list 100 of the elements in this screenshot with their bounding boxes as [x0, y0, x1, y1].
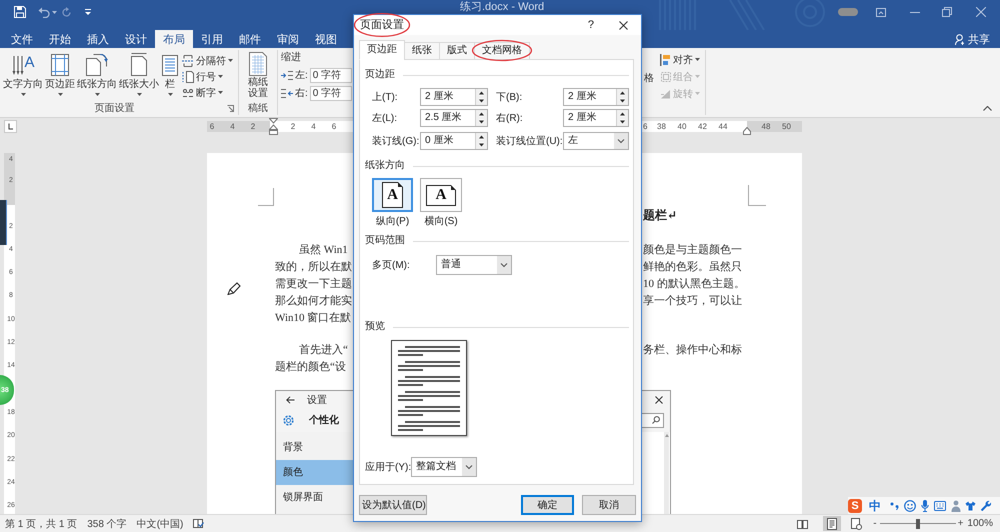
indent-arrow-icon — [281, 88, 293, 98]
hourglass-marker-icon[interactable] — [269, 118, 278, 135]
spin-box[interactable]: 2 厘米 — [563, 109, 629, 127]
dialog-button[interactable]: 确定 — [521, 495, 574, 515]
settings-list-item[interactable]: 背景 — [276, 434, 353, 460]
close-icon[interactable] — [655, 396, 663, 404]
spin-down-icon[interactable] — [617, 97, 628, 105]
view-button[interactable] — [823, 516, 842, 531]
ribbon-tab[interactable]: 插入 — [79, 30, 117, 48]
chevron-down-icon[interactable] — [497, 256, 511, 274]
zoom-out-button[interactable]: - — [873, 518, 877, 529]
restore-icon[interactable] — [942, 7, 952, 17]
spin-box[interactable]: 2 厘米 — [420, 88, 488, 106]
orientation-option[interactable]: A — [420, 178, 462, 212]
zoom-level[interactable]: 100% — [967, 518, 993, 529]
ribbon-button[interactable]: 格 — [644, 73, 654, 85]
help-button[interactable]: ? — [588, 18, 594, 32]
ribbon-tab[interactable]: 邮件 — [231, 30, 269, 48]
option-label: 横向(S) — [424, 216, 458, 228]
ribbon-button[interactable]: 对齐 — [660, 52, 700, 67]
dropdown[interactable]: 左 — [563, 132, 629, 150]
dropdown[interactable]: 整篇文档 — [411, 457, 477, 477]
spin-down-icon[interactable] — [476, 118, 487, 126]
word-count[interactable]: 358 个字 — [87, 516, 127, 530]
ribbon-tab[interactable]: 视图 — [307, 30, 345, 48]
indent-field[interactable]: 0 字符 — [310, 86, 352, 100]
caret-box-icon[interactable] — [876, 8, 886, 16]
smiley-icon[interactable] — [904, 500, 916, 512]
ribbon-button[interactable]: 纸张大小 — [118, 50, 160, 102]
paragraph-line: 鲜艳的色彩。虽然只 — [643, 260, 742, 274]
spin-box[interactable]: 0 厘米 — [420, 132, 488, 150]
settings-list-item[interactable]: 锁屏界面 — [276, 484, 353, 510]
ribbon-tab[interactable]: 布局 — [155, 30, 193, 48]
ribbon-button[interactable]: 分隔符 — [182, 53, 233, 68]
section-heading: 纸张方向 — [365, 160, 405, 172]
line-caret-icon[interactable] — [84, 8, 92, 16]
book-check-icon[interactable] — [193, 518, 204, 529]
spin-up-icon[interactable] — [617, 110, 628, 118]
indent-field[interactable]: 0 字符 — [310, 68, 352, 82]
zoom-slider[interactable] — [880, 518, 956, 528]
side-panel-tab[interactable] — [0, 200, 7, 245]
input-mode-button[interactable]: 中 — [869, 498, 881, 512]
ruler-number: 48 — [760, 121, 772, 132]
close-icon[interactable] — [619, 20, 628, 30]
spin-down-icon[interactable] — [476, 141, 487, 149]
ribbon-button[interactable]: 行号 — [182, 69, 233, 84]
dialog-tab[interactable]: 纸张 — [404, 42, 440, 60]
search-field[interactable] — [640, 412, 664, 428]
page-count[interactable]: 第 1 页，共 1 页 — [5, 516, 78, 530]
ribbon-tab[interactable]: 设计 — [117, 30, 155, 48]
ribbon-tab[interactable]: 审阅 — [269, 30, 307, 48]
wrench-icon[interactable] — [980, 500, 991, 511]
page-letter-icon: A — [382, 182, 403, 208]
corner-arrow-icon[interactable] — [227, 105, 234, 112]
person-icon[interactable] — [951, 500, 961, 512]
spin-up-icon[interactable] — [617, 89, 628, 97]
save-icon[interactable] — [14, 6, 26, 18]
dialog-button[interactable]: 取消 — [582, 495, 636, 515]
dialog-tab[interactable]: 页边距 — [359, 40, 405, 60]
slider-thumb[interactable] — [916, 518, 920, 528]
chevron-up-icon[interactable] — [983, 106, 992, 111]
microphone-icon[interactable] — [921, 500, 929, 512]
dot-comma-icon[interactable] — [890, 501, 899, 510]
dialog-button[interactable]: 设为默认值(D) — [359, 495, 427, 515]
ribbon-button[interactable]: 栏 — [162, 50, 178, 102]
spin-box[interactable]: 2 厘米 — [563, 88, 629, 106]
dialog-tab[interactable]: 文档网格 — [474, 42, 530, 60]
shirt-icon[interactable] — [965, 500, 976, 510]
spin-down-icon[interactable] — [617, 118, 628, 126]
ribbon-button[interactable]: 纸张方向 — [76, 50, 118, 102]
chevron-down-icon[interactable] — [462, 458, 476, 476]
spin-up-icon[interactable] — [476, 110, 487, 118]
chevron-down-icon[interactable] — [614, 133, 628, 149]
ruler-number: 2 — [290, 121, 296, 132]
ribbon-tab[interactable]: 文件 — [3, 30, 41, 48]
back-arrow-icon[interactable] — [286, 396, 295, 404]
spin-down-icon[interactable] — [476, 97, 487, 105]
zoom-in-button[interactable]: + — [958, 518, 964, 529]
redo-icon[interactable] — [62, 6, 72, 18]
ribbon-tab[interactable]: 开始 — [41, 30, 79, 48]
spin-box[interactable]: 2.5 厘米 — [420, 109, 488, 127]
undo-icon[interactable] — [38, 6, 50, 18]
paragraph-line: 颜色是与主题颜色一 — [643, 242, 742, 258]
ribbon-button[interactable]: 稿纸设置 — [239, 50, 277, 102]
spin-up-icon[interactable] — [476, 133, 487, 141]
dropdown[interactable]: 普通 — [436, 255, 512, 275]
share-button[interactable]: 共享 — [955, 30, 990, 48]
paragraph-line: 首先进入“ — [299, 342, 348, 358]
ribbon-button[interactable]: A 文字方向 — [2, 50, 44, 102]
caret-icon — [52, 10, 57, 14]
scrollbar-track[interactable] — [664, 432, 669, 514]
keyboard-icon[interactable] — [934, 500, 946, 510]
ribbon-button[interactable]: 页边距 — [44, 50, 76, 102]
language-indicator[interactable]: 中文(中国) — [136, 516, 184, 530]
settings-list-item[interactable]: 颜色 — [276, 460, 353, 484]
spin-up-icon[interactable] — [476, 89, 487, 97]
orientation-option[interactable]: A — [372, 178, 413, 212]
ribbon-button[interactable]: 断字 — [182, 85, 233, 100]
ribbon-tab[interactable]: 引用 — [193, 30, 231, 48]
corner-l-icon[interactable] — [4, 120, 17, 133]
